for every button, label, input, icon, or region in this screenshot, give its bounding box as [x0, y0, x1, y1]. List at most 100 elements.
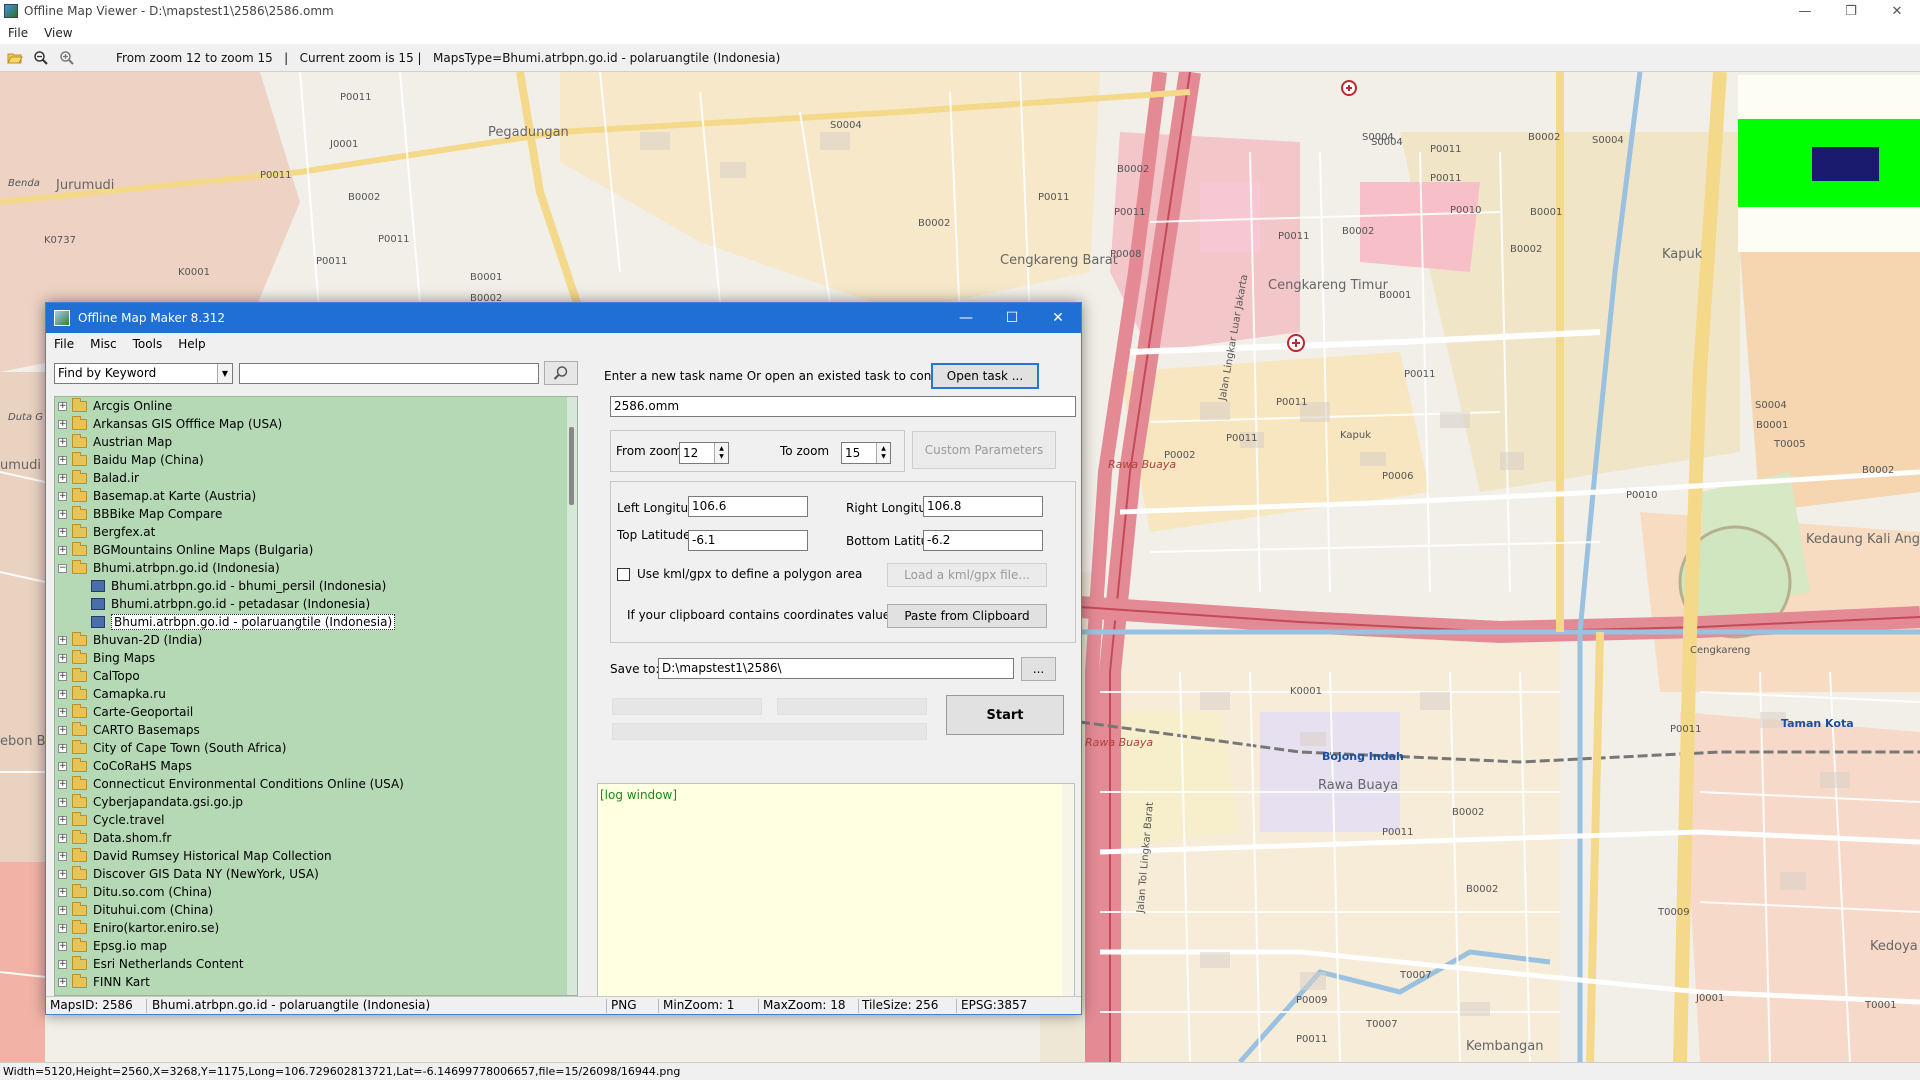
open-folder-icon[interactable] — [4, 47, 26, 69]
expand-icon[interactable]: + — [58, 509, 67, 519]
tree-folder-item[interactable]: + Discover GIS Data NY (NewYork, USA) — [55, 865, 577, 883]
expand-icon[interactable]: + — [58, 401, 67, 411]
expand-icon[interactable]: + — [58, 797, 67, 807]
collapse-icon[interactable]: − — [58, 563, 67, 573]
expand-icon[interactable]: + — [58, 977, 67, 987]
tree-folder-item[interactable]: + Cycle.travel — [55, 811, 577, 829]
tree-folder-item[interactable]: + Esri Netherlands Content — [55, 955, 577, 973]
expand-icon[interactable]: + — [58, 959, 67, 969]
tree-scroll-thumb[interactable] — [569, 427, 574, 505]
tree-folder-item[interactable]: + CARTO Basemaps — [55, 721, 577, 739]
tree-folder-item[interactable]: + Bergfex.at — [55, 523, 577, 541]
find-mode-select[interactable]: Find by Keyword ▼ — [54, 363, 233, 384]
tree-map-item[interactable]: Bhumi.atrbpn.go.id - polaruangtile (Indo… — [55, 613, 577, 631]
right-longitude-field[interactable]: 106.8 — [923, 496, 1043, 517]
close-button[interactable]: ✕ — [1874, 0, 1920, 22]
expand-icon[interactable]: + — [58, 887, 67, 897]
expand-icon[interactable]: + — [58, 851, 67, 861]
tree-folder-item[interactable]: + Bing Maps — [55, 649, 577, 667]
tree-folder-item[interactable]: + Balad.ir — [55, 469, 577, 487]
paste-from-clipboard-button[interactable]: Paste from Clipboard — [887, 604, 1047, 628]
custom-parameters-button[interactable]: Custom Parameters — [912, 431, 1056, 469]
tree-map-item[interactable]: Bhumi.atrbpn.go.id - bhumi_persil (Indon… — [55, 577, 577, 595]
tree-folder-item[interactable]: + Bhuvan-2D (India) — [55, 631, 577, 649]
dialog-maximize-button[interactable]: ☐ — [989, 303, 1035, 333]
chevron-down-icon[interactable]: ▼ — [217, 364, 232, 383]
expand-icon[interactable]: + — [58, 761, 67, 771]
task-name-field[interactable]: 2586.omm — [610, 396, 1076, 417]
restore-button[interactable]: ❐ — [1828, 0, 1874, 22]
expand-icon[interactable]: + — [58, 905, 67, 915]
log-scrollbar[interactable] — [1062, 784, 1074, 998]
start-button[interactable]: Start — [946, 695, 1064, 735]
use-kml-checkbox[interactable] — [617, 568, 630, 581]
expand-icon[interactable]: + — [58, 833, 67, 843]
tree-folder-item[interactable]: + Basemap.at Karte (Austria) — [55, 487, 577, 505]
tree-folder-item[interactable]: + CalTopo — [55, 667, 577, 685]
find-keyword-input[interactable] — [239, 363, 539, 384]
zoom-in-icon[interactable] — [56, 47, 78, 69]
dialog-menu-help[interactable]: Help — [170, 337, 213, 351]
dialog-close-button[interactable]: ✕ — [1035, 303, 1081, 333]
tree-folder-item[interactable]: + CoCoRaHS Maps — [55, 757, 577, 775]
save-path-field[interactable]: D:\mapstest1\2586\ — [658, 658, 1014, 679]
expand-icon[interactable]: + — [58, 707, 67, 717]
tree-folder-item[interactable]: + Epsg.io map — [55, 937, 577, 955]
expand-icon[interactable]: + — [58, 779, 67, 789]
tree-folder-item[interactable]: + Arkansas GIS Offfice Map (USA) — [55, 415, 577, 433]
expand-icon[interactable]: + — [58, 923, 67, 933]
menu-view[interactable]: View — [36, 26, 80, 40]
expand-icon[interactable]: + — [58, 689, 67, 699]
browse-button[interactable]: ... — [1021, 657, 1056, 681]
expand-icon[interactable]: + — [58, 545, 67, 555]
tree-folder-item[interactable]: + Austrian Map — [55, 433, 577, 451]
expand-icon[interactable]: + — [58, 869, 67, 879]
tree-folder-item[interactable]: + BBBike Map Compare — [55, 505, 577, 523]
tree-folder-item[interactable]: + Arcgis Online — [55, 397, 577, 415]
menu-file[interactable]: File — [0, 26, 36, 40]
to-zoom-stepper[interactable]: 15 ▲ ▼ — [841, 442, 891, 464]
minimize-button[interactable]: — — [1782, 0, 1828, 22]
tree-folder-item[interactable]: − Bhumi.atrbpn.go.id (Indonesia) — [55, 559, 577, 577]
expand-icon[interactable]: + — [58, 743, 67, 753]
expand-icon[interactable]: + — [58, 491, 67, 501]
tree-folder-item[interactable]: + Camapka.ru — [55, 685, 577, 703]
map-source-tree[interactable]: + Arcgis Online + Arkansas GIS Offfice Map … — [54, 396, 578, 996]
tree-folder-item[interactable]: + Ditu.so.com (China) — [55, 883, 577, 901]
left-longitude-field[interactable]: 106.6 — [688, 496, 808, 517]
tree-scrollbar[interactable] — [567, 397, 577, 995]
tree-folder-item[interactable]: + FINN Kart — [55, 973, 577, 991]
expand-icon[interactable]: + — [58, 527, 67, 537]
expand-icon[interactable]: + — [58, 437, 67, 447]
expand-icon[interactable]: + — [58, 635, 67, 645]
to-zoom-updown-icon[interactable]: ▲ ▼ — [876, 443, 890, 463]
zoom-out-icon[interactable] — [30, 47, 52, 69]
tree-folder-item[interactable]: + Dituhui.com (China) — [55, 901, 577, 919]
tree-map-item[interactable]: Bhumi.atrbpn.go.id - petadasar (Indonesi… — [55, 595, 577, 613]
from-zoom-updown-icon[interactable]: ▲ ▼ — [714, 443, 728, 463]
tree-folder-item[interactable]: + Eniro(kartor.eniro.se) — [55, 919, 577, 937]
tree-folder-item[interactable]: + David Rumsey Historical Map Collection — [55, 847, 577, 865]
expand-icon[interactable]: + — [58, 725, 67, 735]
expand-icon[interactable]: + — [58, 419, 67, 429]
tree-folder-item[interactable]: + Data.shom.fr — [55, 829, 577, 847]
dialog-menu-misc[interactable]: Misc — [82, 337, 125, 351]
tree-folder-item[interactable]: + Connecticut Environmental Conditions On… — [55, 775, 577, 793]
expand-icon[interactable]: + — [58, 473, 67, 483]
open-task-button[interactable]: Open task ... — [931, 363, 1039, 389]
expand-icon[interactable]: + — [58, 671, 67, 681]
tree-folder-item[interactable]: + Cyberjapandata.gsi.go.jp — [55, 793, 577, 811]
expand-icon[interactable]: + — [58, 815, 67, 825]
bottom-latitude-field[interactable]: -6.2 — [923, 530, 1043, 551]
tree-folder-item[interactable]: + Carte-Geoportail — [55, 703, 577, 721]
tree-folder-item[interactable]: + Baidu Map (China) — [55, 451, 577, 469]
top-latitude-field[interactable]: -6.1 — [688, 530, 808, 551]
expand-icon[interactable]: + — [58, 455, 67, 465]
load-kml-button[interactable]: Load a kml/gpx file... — [887, 563, 1047, 587]
dialog-menu-file[interactable]: File — [46, 337, 82, 351]
search-button[interactable] — [544, 361, 578, 385]
dialog-title-bar[interactable]: Offline Map Maker 8.312 — ☐ ✕ — [46, 303, 1081, 333]
from-zoom-stepper[interactable]: 12 ▲ ▼ — [679, 442, 729, 464]
dialog-menu-tools[interactable]: Tools — [125, 337, 171, 351]
dialog-minimize-button[interactable]: — — [943, 303, 989, 333]
